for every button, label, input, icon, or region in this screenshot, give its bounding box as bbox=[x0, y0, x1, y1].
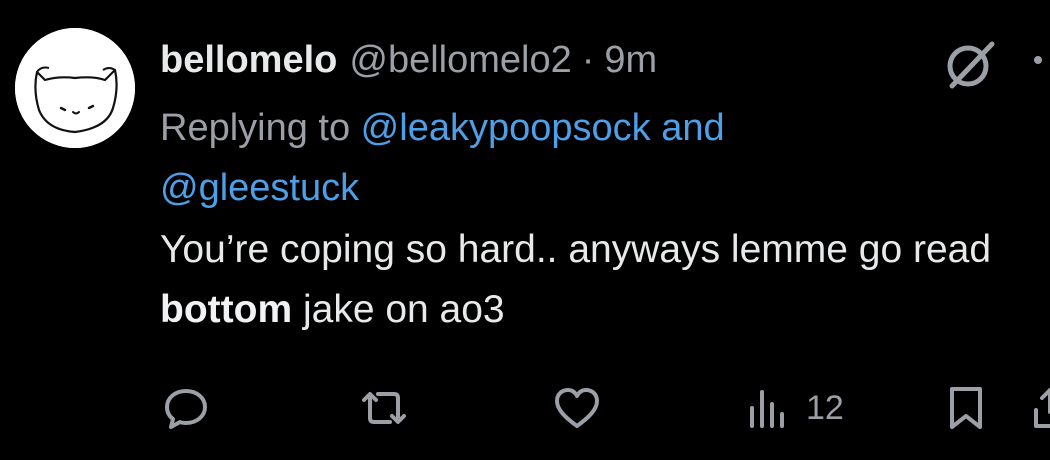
grok-icon[interactable] bbox=[938, 36, 1000, 92]
share-icon bbox=[1030, 384, 1050, 432]
timestamp[interactable]: 9m bbox=[604, 39, 657, 82]
views-count: 12 bbox=[806, 388, 844, 427]
bookmark-icon bbox=[944, 384, 988, 432]
more-icon[interactable] bbox=[1026, 48, 1050, 72]
tweet-text: You’re coping so hard.. anyways lemme go… bbox=[160, 220, 1040, 340]
bookmark-button[interactable] bbox=[944, 380, 988, 436]
tweet-header: bellomelo @bellomelo2 · 9m bbox=[160, 36, 657, 84]
cat-avatar-icon bbox=[15, 28, 135, 148]
mention-joiner: and bbox=[650, 107, 725, 149]
retweet-icon bbox=[356, 384, 412, 432]
like-icon bbox=[552, 384, 602, 432]
user-handle[interactable]: @bellomelo2 bbox=[349, 39, 571, 82]
mention-link[interactable]: @gleestuck bbox=[160, 167, 359, 209]
like-button[interactable] bbox=[552, 380, 602, 436]
retweet-button[interactable] bbox=[356, 380, 412, 436]
avatar[interactable] bbox=[15, 28, 135, 148]
share-button[interactable] bbox=[1030, 380, 1050, 436]
views-icon bbox=[746, 384, 794, 432]
replying-to: Replying to @leakypoopsock and @gleestuc… bbox=[160, 98, 1020, 218]
reply-button[interactable] bbox=[162, 380, 210, 436]
mention-link[interactable]: @leakypoopsock bbox=[361, 107, 651, 149]
tweet-text-part: You’re coping so hard.. anyways lemme go… bbox=[160, 228, 992, 271]
action-bar: 12 bbox=[0, 380, 1050, 440]
replying-prefix: Replying to bbox=[160, 107, 361, 149]
display-name[interactable]: bellomelo bbox=[160, 39, 337, 82]
tweet-text-part: jake on ao3 bbox=[292, 288, 505, 331]
views-button[interactable]: 12 bbox=[746, 380, 844, 436]
reply-icon bbox=[162, 384, 210, 432]
separator-dot: · bbox=[581, 38, 595, 81]
tweet-text-bold: bottom bbox=[160, 288, 293, 331]
